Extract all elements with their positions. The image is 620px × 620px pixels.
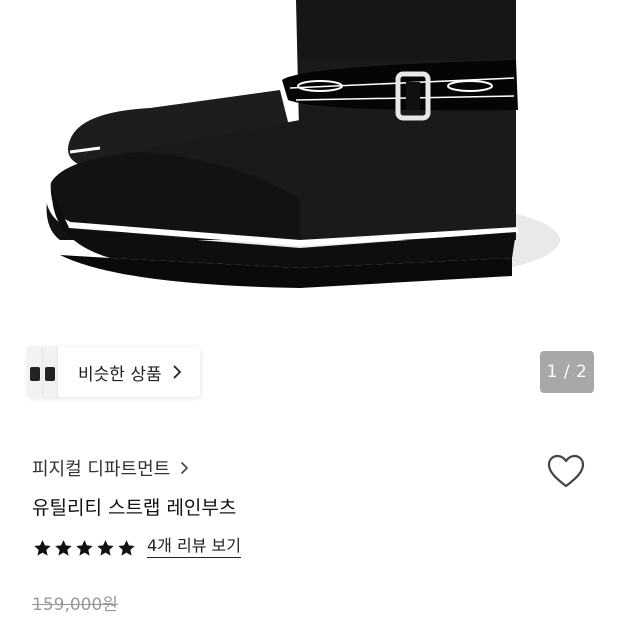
reviews-link[interactable]: 4개 리뷰 보기 [147, 537, 241, 558]
star-filled-icon [97, 539, 114, 556]
star-filled-icon [118, 539, 135, 556]
similar-thumbnails [28, 347, 58, 397]
chevron-right-icon [181, 461, 189, 475]
star-filled-icon [55, 539, 72, 556]
star-filled-icon [76, 539, 93, 556]
chevron-right-icon [172, 365, 181, 379]
similar-products-button[interactable]: 비슷한 상품 [28, 347, 200, 397]
image-pager-label: 1 / 2 [546, 362, 588, 382]
star-filled-icon [34, 539, 51, 556]
original-price: 159,000원 [32, 595, 118, 615]
similar-thumbnail [28, 347, 43, 397]
rating-row: 4개 리뷰 보기 [32, 537, 241, 558]
brand-link[interactable]: 피지컬 디파트먼트 [32, 455, 189, 481]
rain-boot-photo [44, 0, 560, 288]
similar-products-label: 비슷한 상품 [78, 364, 162, 385]
image-pager: 1 / 2 [540, 351, 594, 393]
star-rating [32, 538, 137, 558]
product-title: 유틸리티 스트랩 레인부츠 [32, 497, 237, 519]
similar-thumbnail [43, 347, 58, 397]
heart-outline-icon[interactable] [546, 452, 586, 492]
brand-name: 피지컬 디파트먼트 [32, 459, 171, 480]
product-image[interactable] [0, 0, 620, 330]
